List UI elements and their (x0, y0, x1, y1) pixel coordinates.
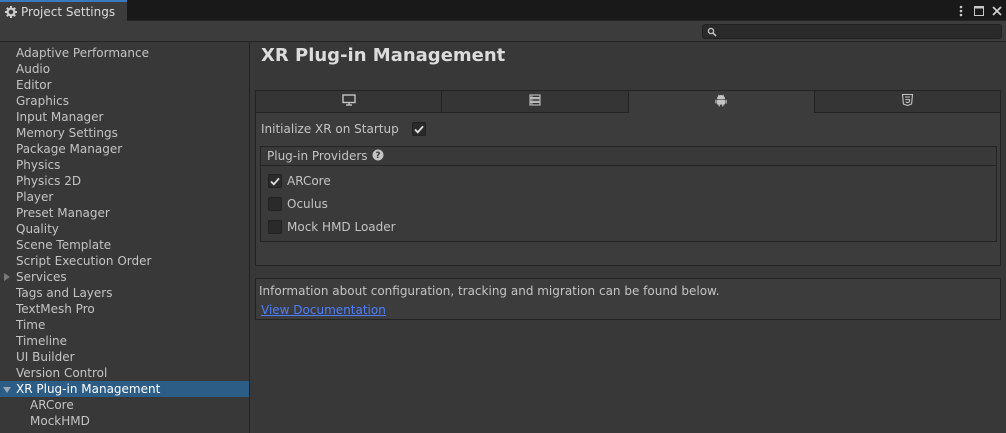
plugin-providers-header: Plug-in Providers ? (261, 147, 996, 166)
checkmark-icon (270, 177, 280, 186)
provider-checkbox-oculus[interactable] (268, 197, 282, 211)
window-controls (956, 2, 1002, 20)
sidebar-item-graphics[interactable]: Graphics (0, 93, 249, 109)
collapse-arrow-icon[interactable] (3, 387, 11, 393)
desktop-icon (341, 94, 356, 109)
plugin-providers-label: Plug-in Providers (267, 149, 368, 163)
sidebar-item-physics-2d[interactable]: Physics 2D (0, 173, 249, 189)
sidebar-item-label: XR Plug-in Management (16, 382, 161, 396)
provider-label: Oculus (287, 197, 328, 211)
provider-row-arcore: ARCore (268, 173, 331, 189)
view-documentation-link[interactable]: View Documentation (261, 303, 386, 317)
expand-arrow-icon[interactable] (4, 273, 10, 281)
sidebar-item-input-manager[interactable]: Input Manager (0, 109, 249, 125)
close-icon[interactable] (992, 3, 1002, 19)
more-icon[interactable] (956, 3, 966, 19)
toolbar (0, 21, 1006, 42)
tab-webgl[interactable] (814, 91, 1000, 113)
sidebar-item-adaptive-performance[interactable]: Adaptive Performance (0, 45, 249, 61)
html5-icon (901, 93, 913, 109)
server-icon (529, 94, 541, 109)
settings-content: XR Plug-in Management Initialize XR on S… (251, 42, 1006, 433)
maximize-icon[interactable] (974, 3, 984, 19)
sidebar-item-editor[interactable]: Editor (0, 77, 249, 93)
sidebar-item-memory-settings[interactable]: Memory Settings (0, 125, 249, 141)
help-icon[interactable]: ? (372, 149, 384, 164)
platform-tabs (256, 91, 1000, 113)
android-icon (715, 94, 727, 110)
plugin-providers-group: Plug-in Providers ? ARCore Oculus Mock H… (260, 146, 997, 242)
provider-row-oculus: Oculus (268, 196, 328, 212)
sidebar-item-quality[interactable]: Quality (0, 221, 249, 237)
sidebar-item-scene-template[interactable]: Scene Template (0, 237, 249, 253)
tab-project-settings[interactable]: Project Settings (0, 0, 127, 22)
provider-checkbox-mock-hmd[interactable] (268, 220, 282, 234)
title-bar: Project Settings (0, 0, 1006, 22)
tab-server[interactable] (442, 91, 629, 113)
sidebar-item-services[interactable]: Services (0, 269, 249, 285)
sidebar-item-preset-manager[interactable]: Preset Manager (0, 205, 249, 221)
provider-checkbox-arcore[interactable] (268, 174, 282, 188)
info-box: Information about configuration, trackin… (255, 278, 1001, 320)
settings-sidebar: Adaptive Performance Audio Editor Graphi… (0, 42, 250, 433)
initialize-xr-row: Initialize XR on Startup (261, 121, 426, 137)
search-input[interactable] (702, 24, 1002, 39)
provider-row-mock-hmd: Mock HMD Loader (268, 219, 396, 235)
provider-label: Mock HMD Loader (287, 220, 396, 234)
sidebar-item-version-control[interactable]: Version Control (0, 365, 249, 381)
search-icon (707, 26, 717, 37)
sidebar-item-script-execution-order[interactable]: Script Execution Order (0, 253, 249, 269)
xr-settings-panel: Initialize XR on Startup Plug-in Provide… (255, 90, 1001, 266)
initialize-xr-checkbox[interactable] (412, 122, 426, 136)
gear-icon (5, 6, 17, 18)
sidebar-item-time[interactable]: Time (0, 317, 249, 333)
sidebar-item-textmesh-pro[interactable]: TextMesh Pro (0, 301, 249, 317)
tab-android[interactable] (628, 91, 815, 113)
checkmark-icon (414, 125, 424, 134)
sidebar-item-arcore[interactable]: ARCore (0, 397, 249, 413)
tab-title: Project Settings (21, 5, 116, 19)
svg-text:?: ? (375, 151, 380, 161)
provider-label: ARCore (287, 174, 331, 188)
sidebar-item-audio[interactable]: Audio (0, 61, 249, 77)
sidebar-item-package-manager[interactable]: Package Manager (0, 141, 249, 157)
sidebar-item-mockhmd[interactable]: MockHMD (0, 413, 249, 429)
tab-standalone[interactable] (256, 91, 443, 113)
sidebar-item-timeline[interactable]: Timeline (0, 333, 249, 349)
sidebar-item-ui-builder[interactable]: UI Builder (0, 349, 249, 365)
sidebar-item-player[interactable]: Player (0, 189, 249, 205)
page-title: XR Plug-in Management (261, 45, 506, 66)
sidebar-item-tags-and-layers[interactable]: Tags and Layers (0, 285, 249, 301)
info-text: Information about configuration, trackin… (259, 284, 720, 298)
sidebar-item-xr-plugin-management[interactable]: XR Plug-in Management (0, 381, 249, 397)
initialize-xr-label: Initialize XR on Startup (261, 122, 399, 136)
sidebar-item-label: Services (16, 270, 67, 284)
sidebar-item-physics[interactable]: Physics (0, 157, 249, 173)
